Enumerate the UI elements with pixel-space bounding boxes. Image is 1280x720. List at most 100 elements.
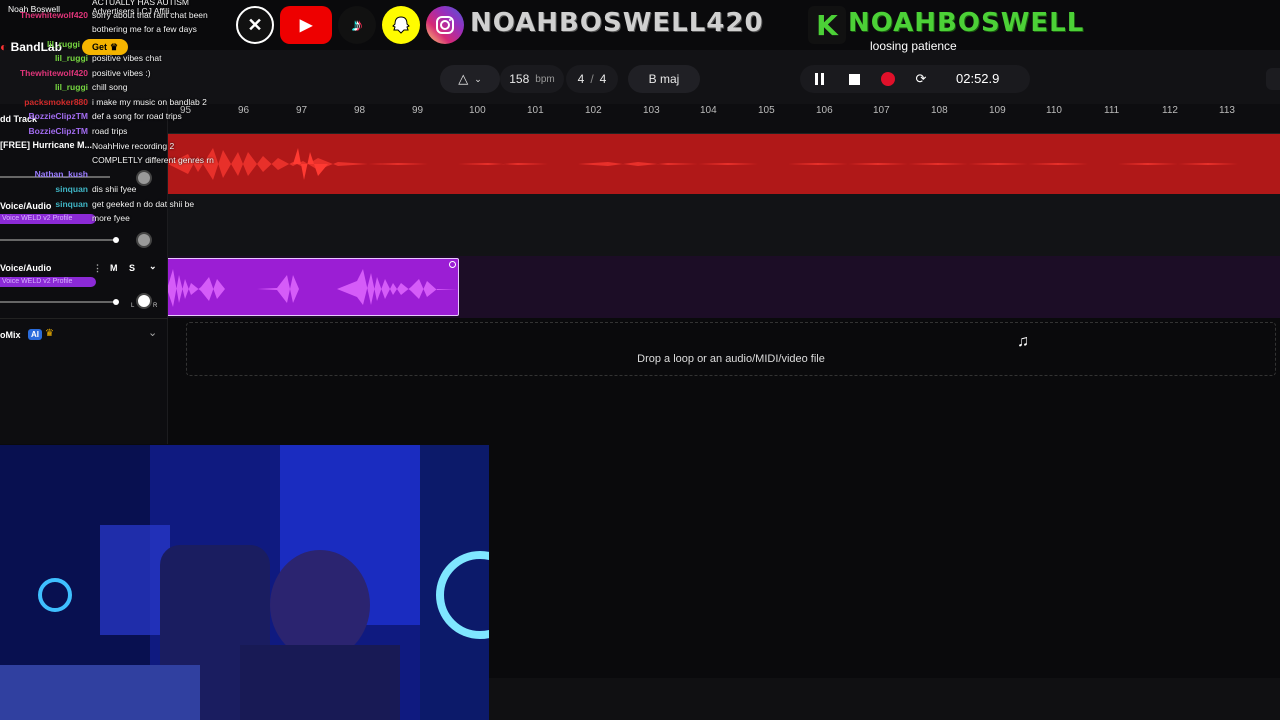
key-field[interactable]: B maj [628,65,700,93]
track-3-volume-handle[interactable] [113,299,119,305]
track-lane-1[interactable] [168,134,1280,194]
chat-overlay: Noah Boswell ACTUALLY HAS AUTISM Adverti… [0,0,240,230]
key-value: B maj [648,72,680,86]
audio-clip-waveform[interactable] [168,134,1280,194]
chat-text: positive vibes chat [92,53,162,63]
track-3-mute-button[interactable]: M [110,263,118,273]
chat-text: more fyee [92,213,130,223]
bar-number: 106 [816,105,833,116]
chat-text: NoahHive recording 2 [92,141,175,151]
settings-button[interactable] [1266,68,1280,90]
audio-clip-waveform [167,269,458,307]
chat-username: Nathan_kush [34,169,88,179]
chat-username: BozzieClipzTM [28,111,89,121]
automix-label[interactable]: oMix [0,330,21,340]
pause-icon [815,73,824,85]
record-button[interactable] [879,70,897,88]
bar-number: 113 [1219,105,1235,116]
chevron-down-icon: ⌄ [474,73,482,84]
chat-message: sinquan get geeked n do dat shii be [0,197,240,211]
track-3-name[interactable]: Voice/Audio [0,263,51,273]
chat-username: lil_ruggi [54,82,88,92]
chat-username: Thewhitewolf420 [19,68,88,78]
chat-username: sinquan [55,199,88,209]
chat-message: BozzieClipzTM road trips [0,124,240,138]
x-icon: ✕ [236,6,274,44]
metronome-icon: △ [458,71,469,86]
bar-number: 101 [527,105,544,116]
tempo-unit: bpm [535,73,555,85]
ghost-shape [392,16,410,34]
loop-icon: ⟳ [915,71,927,86]
chat-message: Nathan_kush [0,167,240,181]
snapchat-icon [382,6,420,44]
add-music-icon: ♫ [1017,333,1029,350]
chat-text: i make my music on bandlab 2 [92,97,207,107]
track-lane-2[interactable] [168,194,1280,256]
chat-username: packsmoker880 [24,97,88,107]
bar-number: 98 [354,105,366,116]
track-2-volume-handle[interactable] [113,237,119,243]
chat-message: NoahHive recording 2 [0,139,240,153]
ai-badge: AI [28,329,42,340]
bar-number: 112 [1162,105,1178,116]
bar-number: 99 [412,105,424,116]
bar-number: 111 [1104,105,1120,116]
kick-handle: NOAHBOSWELL [848,8,1085,38]
chevron-down-icon[interactable]: ⌄ [148,326,157,339]
audio-clip[interactable] [166,258,459,316]
chat-message: bothering me for a few days [0,22,240,36]
chat-username: Thewhitewolf420 [19,10,88,20]
track-2-volume-slider[interactable] [0,239,117,241]
metronome-control[interactable]: △ ⌄ [440,65,500,93]
bottom-panel [489,678,1280,720]
bar-number: 104 [700,105,717,116]
track-3-pan-knob[interactable] [136,293,152,309]
track-2-pan-knob[interactable] [136,232,152,248]
bar-number: 110 [1046,105,1062,116]
chat-text: road trips [92,126,128,136]
bar-number: 103 [643,105,660,116]
chat-message: lil_ruggi chill song [0,80,240,94]
tempo-field[interactable]: 158 bpm [500,65,564,93]
drop-zone-text: Drop a loop or an audio/MIDI/video file [637,353,825,365]
track-3-menu-icon[interactable]: ⋮ [93,263,102,274]
social-handle: NOAHBOSWELL420 [470,8,764,38]
youtube-icon: ▶ [280,6,332,44]
instagram-icon [426,6,464,44]
chat-text: def a song for road trips [92,111,182,121]
loop-button[interactable]: ⟳ [912,70,930,88]
track-3-volume-slider[interactable] [0,301,117,303]
track-lane-3[interactable] [166,256,1280,318]
chevron-down-icon[interactable]: ⌄ [149,261,157,272]
time-signature-numerator: 4 [577,72,585,86]
bar-number: 108 [931,105,948,116]
stop-button[interactable] [845,70,863,88]
chat-message: Thewhitewolf420 positive vibes :) [0,66,240,80]
crown-icon: ♛ [45,328,54,339]
chat-username: BozzieClipzTM [28,126,89,136]
chat-message: packsmoker880 i make my music on bandlab… [0,95,240,109]
chat-username: lil_ruggi [54,53,88,63]
clip-handle-icon[interactable] [449,261,456,268]
chat-username: sinquan [55,184,88,194]
bar-number: 105 [758,105,775,116]
time-signature-separator: / [590,72,594,86]
webcam-feed [0,445,489,720]
chat-message: lil_ruggi [0,37,240,51]
stream-status-text: loosing patience [870,39,957,53]
pause-button[interactable] [811,70,829,88]
timeline-ruler[interactable]: 95 96 97 98 99 100 101 102 103 104 105 1… [168,104,1280,134]
divider [0,318,168,319]
chat-text: bothering me for a few days [92,24,197,34]
chat-text: COMPLETLY different genres rn [92,155,214,165]
bar-number: 97 [296,105,308,116]
time-signature-field[interactable]: 4 / 4 [566,65,618,93]
chat-username: lil_ruggi [46,39,80,49]
track-3-effect-badge[interactable]: Voice WELD v2 Profile [0,277,96,287]
kick-icon: K [808,6,846,44]
tempo-value: 158 [509,72,530,86]
track-3-solo-button[interactable]: S [129,263,135,273]
stream-frame: △ ⌄ 158 bpm 4 / 4 B maj ⟳ 02:52.9 95 96 … [0,0,1280,720]
drop-zone[interactable]: Drop a loop or an audio/MIDI/video file [186,322,1276,376]
